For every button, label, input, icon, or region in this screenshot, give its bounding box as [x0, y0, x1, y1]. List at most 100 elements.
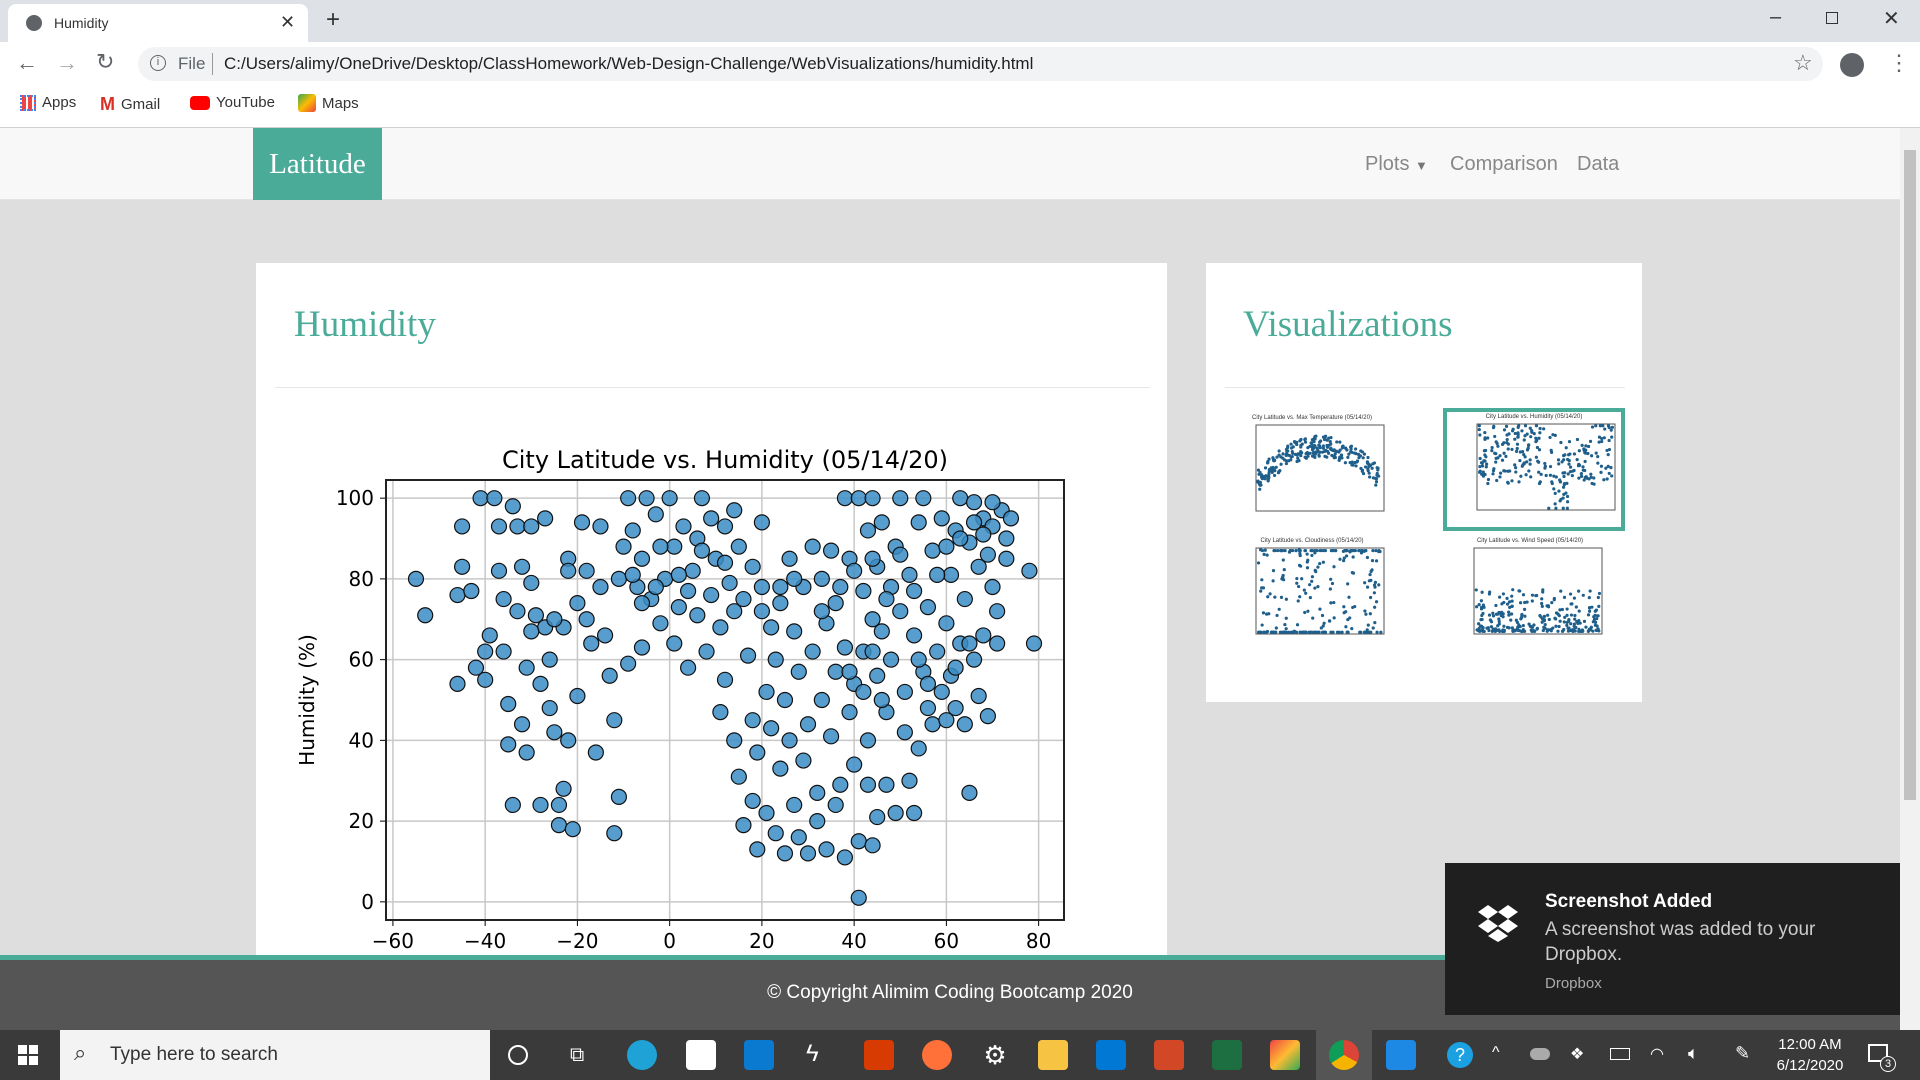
git-icon[interactable] [1270, 1040, 1300, 1070]
show-hidden-icons[interactable]: ^ [1492, 1044, 1500, 1062]
bookmark-gmail[interactable]: M Gmail [100, 94, 160, 115]
data-point [449, 586, 466, 604]
chrome-icon [1329, 1040, 1359, 1070]
thumbnail-point [1483, 472, 1487, 477]
thumbnail-title: City Latitude vs. Cloudiness (05/14/20) [1260, 538, 1364, 544]
bookmark-youtube[interactable]: YouTube [190, 94, 275, 111]
data-point [822, 728, 840, 745]
address-bar[interactable]: i File C:/Users/alimy/OneDrive/Desktop/C… [138, 47, 1823, 81]
windows-start-icon[interactable] [18, 1045, 38, 1065]
mail-icon[interactable] [744, 1040, 774, 1070]
thumbnail-point [1587, 477, 1591, 481]
app-icon[interactable]: ϟ [806, 1040, 836, 1070]
vscode-icon[interactable] [1096, 1040, 1126, 1070]
thumbnail-point [1346, 455, 1350, 459]
x-tick-label: 60 [934, 929, 959, 953]
thumbnail-point [1496, 624, 1500, 628]
cortana-icon[interactable] [508, 1045, 528, 1065]
thumbnail-point [1510, 594, 1514, 598]
data-point [855, 683, 872, 701]
settings-gear-icon[interactable]: ⚙ [980, 1040, 1010, 1070]
onedrive-icon[interactable] [1530, 1048, 1550, 1060]
bookmark-apps[interactable]: Apps [20, 94, 76, 111]
bookmark-star-icon[interactable]: ☆ [1793, 50, 1813, 76]
volume-icon[interactable]: 🔈︎ [1688, 1043, 1699, 1064]
nav-plots-dropdown[interactable]: Plots ▼ [1365, 153, 1428, 176]
thumbnail-point [1480, 590, 1484, 594]
edge-icon[interactable] [627, 1040, 657, 1070]
office-icon[interactable] [864, 1040, 894, 1070]
wifi-icon[interactable]: ◠ [1650, 1044, 1664, 1064]
chrome-active-slot[interactable] [1316, 1030, 1372, 1080]
forward-icon[interactable]: → [56, 50, 78, 76]
thumbnail-humidity[interactable]: City Latitude vs. Humidity (05/14/20) [1443, 408, 1625, 531]
thumbnail-point [1308, 596, 1312, 600]
dropbox-tray-icon[interactable]: ❖ [1570, 1044, 1584, 1064]
minimize-button[interactable]: – [1770, 6, 1781, 29]
new-tab-button[interactable]: + [326, 6, 340, 34]
thumbnail-point [1481, 629, 1485, 634]
search-icon: ⌕ [74, 1040, 87, 1065]
thumbnail-point [1532, 432, 1536, 436]
thumbnail-point [1546, 604, 1550, 608]
file-explorer-icon[interactable] [1038, 1040, 1068, 1070]
task-view-icon[interactable]: ⧉ [570, 1044, 584, 1067]
thumbnail-point [1488, 618, 1492, 622]
close-window-button[interactable]: ✕ [1883, 6, 1900, 31]
brand-link[interactable]: Latitude [253, 128, 382, 200]
data-point [633, 550, 651, 567]
thumbnail-point [1359, 449, 1363, 453]
thumbnail-point [1318, 561, 1322, 566]
thumbnail-point [1574, 605, 1578, 609]
close-tab-icon[interactable]: ✕ [280, 12, 295, 33]
thumbnail-point [1367, 579, 1371, 583]
back-icon[interactable]: ← [16, 50, 38, 76]
dropbox-notification[interactable]: Screenshot Added A screenshot was added … [1445, 863, 1900, 1015]
thumbnail-wind-speed[interactable]: City Latitude vs. Wind Speed (05/14/20) [1450, 536, 1610, 652]
firefox-icon[interactable] [922, 1040, 952, 1070]
taskbar-search-box[interactable]: ⌕ Type here to search [60, 1030, 490, 1080]
thumbnail-point [1294, 630, 1299, 634]
data-point [666, 635, 683, 652]
thumbnail-point [1256, 561, 1261, 565]
menu-kebab-icon[interactable]: ⋮ [1888, 50, 1910, 76]
thumbnail-title: City Latitude vs. Max Temperature (05/14… [1252, 415, 1372, 421]
data-point [906, 627, 923, 644]
thumbnail-point [1368, 572, 1372, 577]
thumbnail-point [1281, 558, 1285, 562]
thumbnail-cloudiness[interactable]: City Latitude vs. Cloudiness (05/14/20) [1232, 536, 1392, 652]
thumbnail-point [1526, 443, 1531, 448]
thumbnail-point [1289, 442, 1293, 446]
battery-icon[interactable] [1610, 1048, 1630, 1060]
data-point [827, 595, 844, 612]
thumbnail-point [1570, 474, 1574, 478]
nav-comparison[interactable]: Comparison [1450, 153, 1558, 176]
reload-icon[interactable]: ↻ [96, 49, 114, 75]
powerpoint-icon[interactable] [1154, 1040, 1184, 1070]
browser-tab[interactable]: Humidity ✕ [8, 4, 308, 42]
thumbnail-point [1368, 612, 1372, 616]
thumbnail-point [1368, 595, 1373, 600]
data-point [739, 647, 757, 664]
scrollbar-thumb[interactable] [1904, 150, 1916, 800]
thumbnail-point [1300, 577, 1304, 581]
excel-icon[interactable] [1212, 1040, 1242, 1070]
data-point [555, 780, 572, 797]
clock[interactable]: 12:00 AM 6/12/2020 [1770, 1034, 1850, 1076]
thumbnail-max-temperature[interactable]: City Latitude vs. Max Temperature (05/14… [1232, 413, 1392, 529]
scrollbar[interactable] [1900, 128, 1920, 1030]
pen-icon[interactable]: ✎ [1735, 1043, 1750, 1064]
data-point [454, 558, 471, 575]
help-icon[interactable]: ? [1447, 1042, 1473, 1068]
photos-icon[interactable] [1386, 1040, 1416, 1070]
bookmark-maps[interactable]: Maps [298, 94, 359, 112]
thumbnail-point [1502, 624, 1506, 628]
profile-icon[interactable] [1840, 53, 1864, 77]
y-tick-label: 60 [349, 648, 374, 672]
thumbnail-point [1607, 438, 1611, 443]
data-point [753, 603, 770, 620]
store-icon[interactable] [686, 1040, 716, 1070]
thumbnail-point [1491, 472, 1495, 476]
restore-button[interactable] [1826, 12, 1838, 24]
nav-data[interactable]: Data [1577, 153, 1619, 176]
